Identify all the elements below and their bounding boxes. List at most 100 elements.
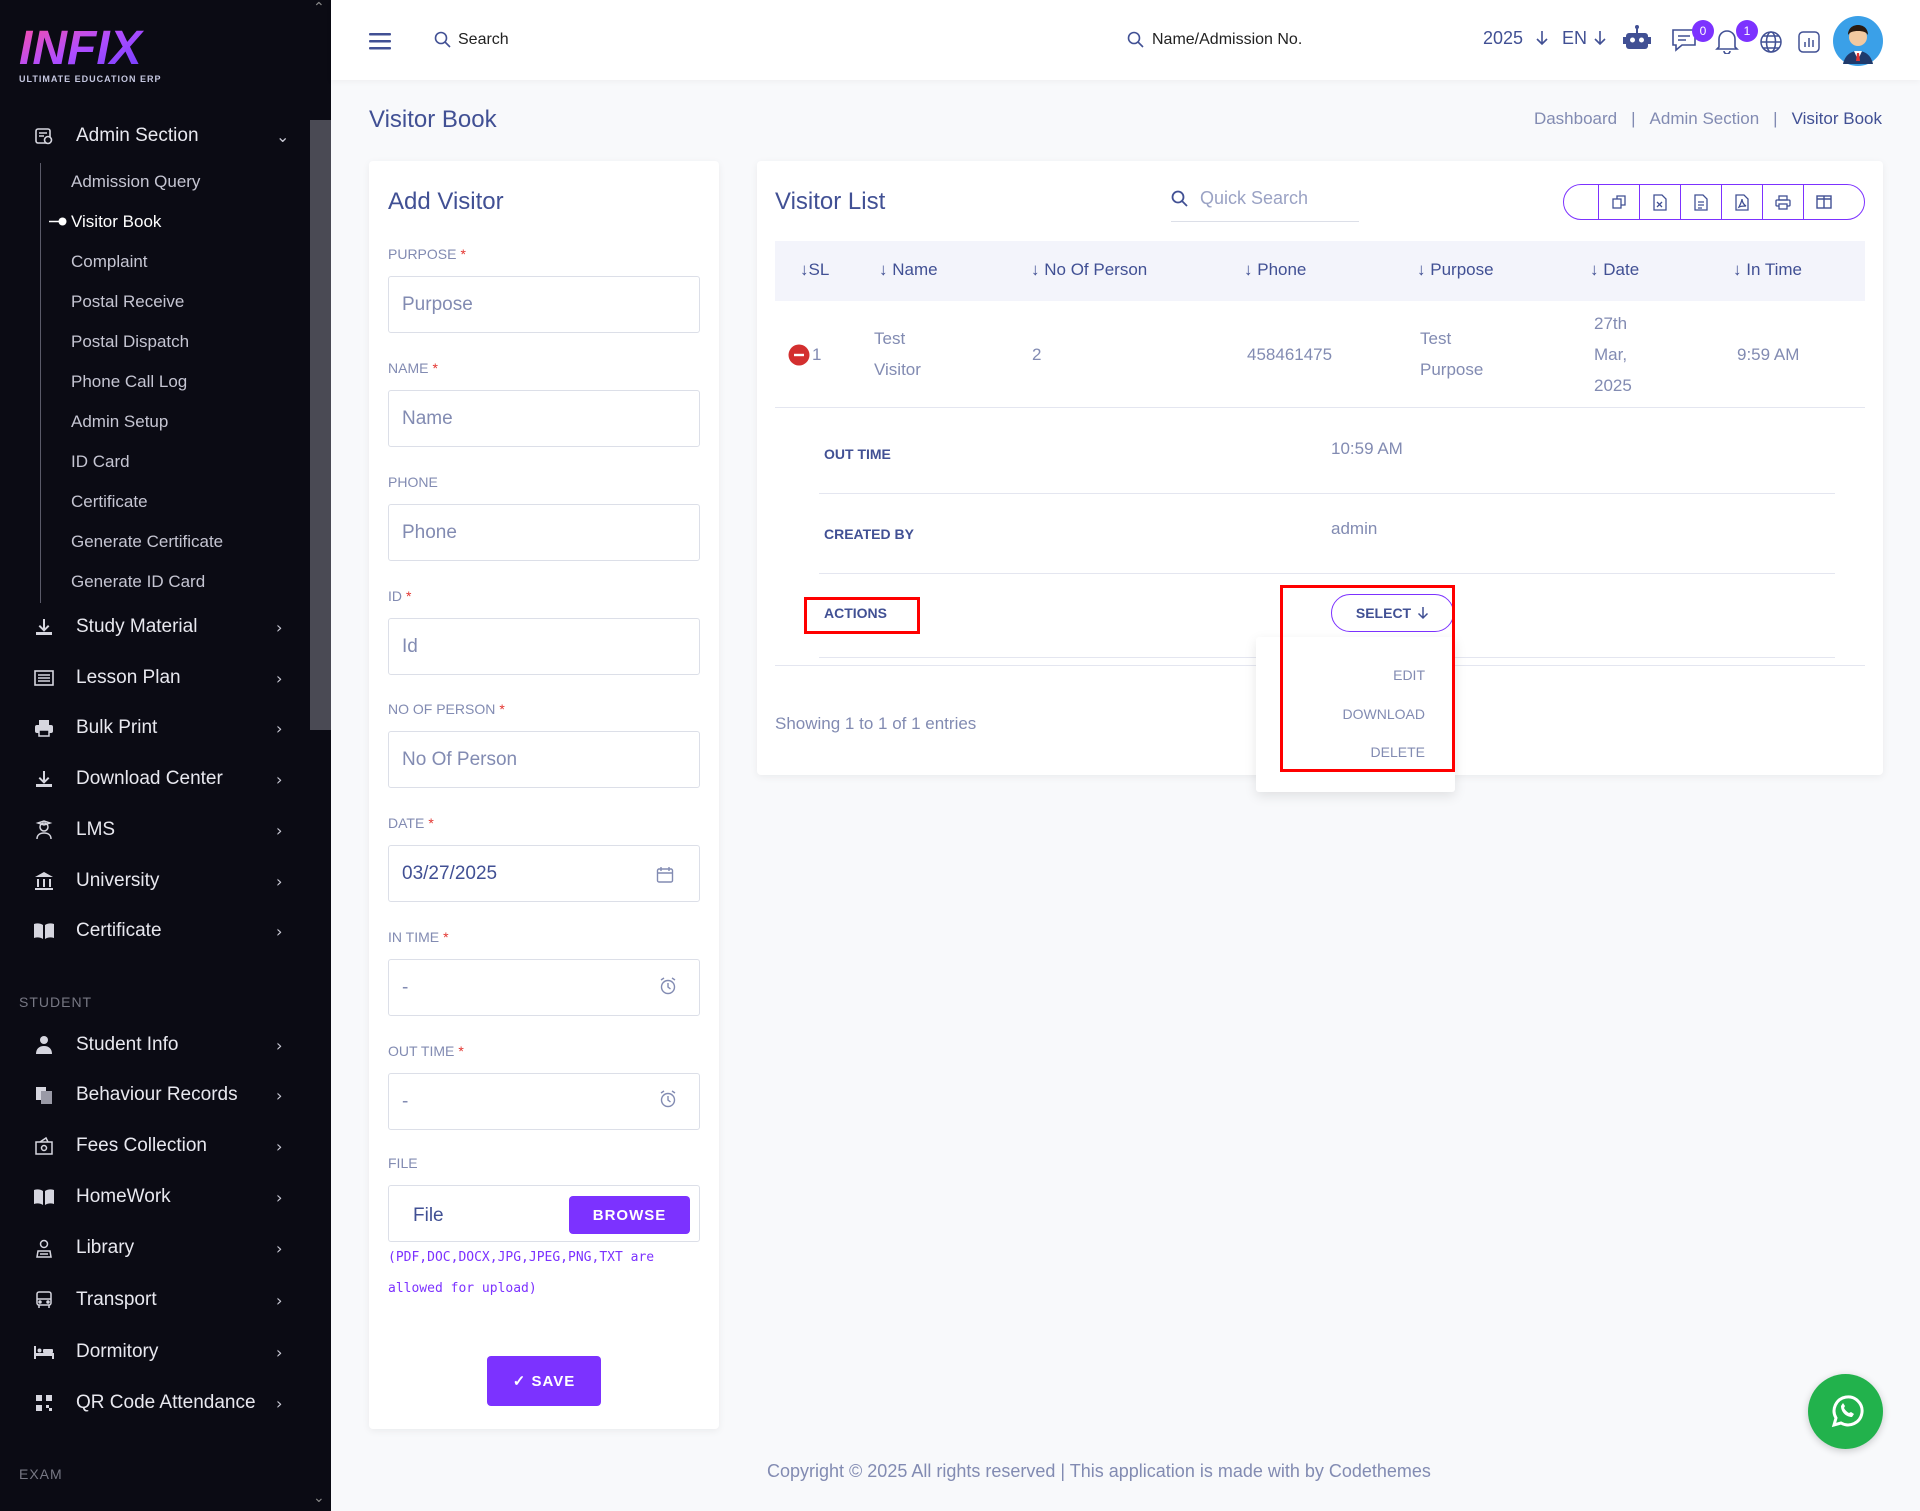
out-time-detail-label: OUT TIME <box>824 446 891 462</box>
phone-input[interactable] <box>388 504 700 561</box>
language-selector[interactable]: EN <box>1562 28 1587 49</box>
sidebar-item-bulk-print[interactable]: Bulk Print <box>32 713 157 743</box>
money-icon <box>32 1134 56 1158</box>
logo-tagline: ULTIMATE EDUCATION ERP <box>19 74 162 84</box>
sidebar-sub-complaint[interactable]: Complaint <box>71 252 148 272</box>
sidebar-item-qr-code-attendance[interactable]: QR Code Attendance <box>32 1388 256 1418</box>
clock-icon[interactable] <box>659 1090 681 1112</box>
hamburger-menu-icon[interactable] <box>369 32 391 50</box>
sidebar-item-transport[interactable]: Transport <box>32 1285 157 1315</box>
sidebar-item-admin-section[interactable]: Admin Section <box>32 121 199 151</box>
column-purpose[interactable]: ↓ Purpose <box>1417 260 1494 280</box>
name-input[interactable] <box>388 390 700 447</box>
row-purpose: Purpose <box>1420 360 1484 379</box>
row-date: 2025 <box>1594 376 1632 395</box>
breadcrumb: Dashboard | Admin Section | Visitor Book <box>1534 109 1882 129</box>
sidebar-sub-phone-call-log[interactable]: Phone Call Log <box>71 372 187 392</box>
column-sl[interactable]: ↓SL <box>800 260 829 280</box>
file-placeholder: File <box>413 1205 444 1226</box>
sidebar-item-fees-collection[interactable]: Fees Collection <box>32 1131 207 1161</box>
name-label: NAME * <box>388 360 438 376</box>
breadcrumb-dashboard[interactable]: Dashboard <box>1534 109 1617 129</box>
browse-button[interactable]: BROWSE <box>569 1196 690 1234</box>
csv-icon[interactable] <box>1680 185 1721 219</box>
pdf-icon[interactable] <box>1721 185 1762 219</box>
quick-search[interactable] <box>1171 176 1359 222</box>
excel-icon[interactable] <box>1639 185 1680 219</box>
chevron-right-icon: › <box>276 1394 283 1413</box>
chevron-right-icon: › <box>276 1137 283 1156</box>
sidebar-item-certificate[interactable]: Certificate <box>32 916 162 946</box>
download-icon <box>32 615 56 639</box>
globe-icon[interactable] <box>1759 30 1783 54</box>
column-in-time[interactable]: ↓ In Time <box>1733 260 1802 280</box>
sidebar-item-student-info[interactable]: Student Info <box>32 1030 178 1060</box>
column-name[interactable]: ↓ Name <box>879 260 938 280</box>
sidebar-sub-visitor-book[interactable]: Visitor Book <box>71 212 161 232</box>
no-of-person-input[interactable] <box>388 731 700 788</box>
messages-badge: 0 <box>1692 20 1714 42</box>
scroll-down-icon[interactable]: ⌄ <box>313 1490 325 1506</box>
detail-divider <box>819 573 1835 574</box>
chart-icon[interactable] <box>1797 30 1821 54</box>
sidebar-item-behaviour-records[interactable]: Behaviour Records <box>32 1080 238 1110</box>
sidebar-item-download-center[interactable]: Download Center <box>32 764 223 794</box>
sidebar-item-homework[interactable]: HomeWork <box>32 1182 171 1212</box>
sidebar-scrollbar[interactable] <box>310 120 331 730</box>
id-input[interactable] <box>388 618 700 675</box>
chevron-right-icon: › <box>276 1239 283 1258</box>
print-icon[interactable] <box>1762 185 1803 219</box>
bed-icon <box>32 1340 56 1364</box>
column-visibility-icon[interactable] <box>1803 185 1844 219</box>
year-selector[interactable]: 2025 <box>1483 28 1523 49</box>
chevron-right-icon: › <box>276 821 283 840</box>
chevron-right-icon: › <box>276 719 283 738</box>
scroll-up-icon[interactable]: ⌃ <box>313 0 325 16</box>
infix-logo[interactable]: INFIX <box>19 24 161 70</box>
sidebar-item-dormitory[interactable]: Dormitory <box>32 1337 158 1367</box>
in-time-input[interactable] <box>388 959 700 1016</box>
student-search-input[interactable]: Name/Admission No. <box>1152 31 1302 49</box>
chevron-down-icon: ⌄ <box>276 127 290 146</box>
sidebar-sub-certificate[interactable]: Certificate <box>71 492 148 512</box>
clock-icon[interactable] <box>659 977 681 999</box>
out-time-label: OUT TIME * <box>388 1043 464 1059</box>
column-date[interactable]: ↓ Date <box>1590 260 1639 280</box>
sidebar-sub-admin-setup[interactable]: Admin Setup <box>71 412 168 432</box>
svg-text:INFIX: INFIX <box>19 24 145 70</box>
collapse-row-icon[interactable] <box>788 344 810 366</box>
sidebar-sub-id-card[interactable]: ID Card <box>71 452 130 472</box>
breadcrumb-admin-section[interactable]: Admin Section <box>1650 109 1760 129</box>
robot-icon[interactable] <box>1622 25 1652 53</box>
purpose-input[interactable] <box>388 276 700 333</box>
chevron-right-icon: › <box>276 669 283 688</box>
save-button[interactable]: ✓ SAVE <box>487 1356 601 1406</box>
notifications-badge: 1 <box>1736 20 1758 42</box>
chevron-right-icon: › <box>276 1291 283 1310</box>
header-search[interactable]: Search <box>458 31 509 49</box>
sidebar-item-lesson-plan[interactable]: Lesson Plan <box>32 663 181 693</box>
arrow-down-icon <box>1535 30 1549 46</box>
sidebar-sub-admission-query[interactable]: Admission Query <box>71 172 200 192</box>
avatar[interactable] <box>1833 16 1883 66</box>
calendar-icon[interactable] <box>656 866 678 888</box>
sidebar-sub-postal-dispatch[interactable]: Postal Dispatch <box>71 332 189 352</box>
print-icon <box>32 716 56 740</box>
out-time-input[interactable] <box>388 1073 700 1130</box>
sidebar-item-library[interactable]: Library <box>32 1233 134 1263</box>
row-no-of-person: 2 <box>1032 345 1042 364</box>
sidebar-item-label: Bulk Print <box>76 717 158 738</box>
row-phone: 458461475 <box>1247 345 1333 364</box>
sidebar-sub-postal-receive[interactable]: Postal Receive <box>71 292 184 312</box>
sidebar-sub-generate-id-card[interactable]: Generate ID Card <box>71 572 205 592</box>
column-no-of-person[interactable]: ↓ No Of Person <box>1031 260 1147 280</box>
sidebar-item-study-material[interactable]: Study Material <box>32 612 197 642</box>
copy-icon[interactable] <box>1598 185 1639 219</box>
whatsapp-button[interactable] <box>1808 1374 1883 1449</box>
quick-search-input[interactable] <box>1200 188 1350 209</box>
sidebar-item-lms[interactable]: LMS <box>32 815 115 845</box>
date-input[interactable] <box>388 845 700 902</box>
sidebar-sub-generate-certificate[interactable]: Generate Certificate <box>71 532 223 552</box>
column-phone[interactable]: ↓ Phone <box>1244 260 1306 280</box>
sidebar-item-university[interactable]: University <box>32 866 159 896</box>
